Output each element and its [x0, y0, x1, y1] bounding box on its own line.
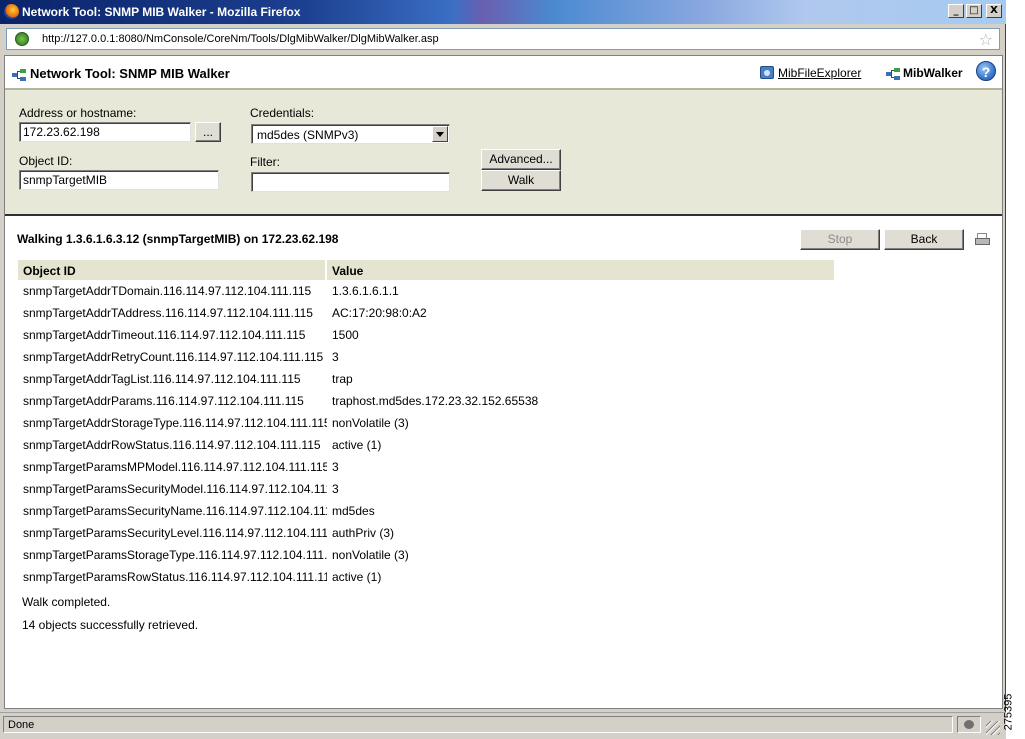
close-button[interactable]: X — [986, 4, 1002, 18]
table-row: snmpTargetAddrTimeout.116.114.97.112.104… — [18, 324, 834, 346]
object-id-cell: snmpTargetParamsSecurityModel.116.114.97… — [23, 482, 327, 496]
value-cell: 3 — [332, 460, 339, 474]
back-button[interactable]: Back — [884, 229, 964, 250]
value-cell: active (1) — [332, 570, 382, 584]
object-id-cell: snmpTargetParamsSecurityName.116.114.97.… — [23, 504, 327, 518]
mib-file-explorer-link[interactable]: MibFileExplorer — [778, 66, 861, 80]
table-row: snmpTargetParamsStorageType.116.114.97.1… — [18, 544, 834, 566]
walk-heading: Walking 1.3.6.1.6.3.12 (snmpTargetMIB) o… — [17, 232, 339, 246]
table-row: snmpTargetParamsSecurityModel.116.114.97… — [18, 478, 834, 500]
object-id-cell: snmpTargetAddrStorageType.116.114.97.112… — [23, 416, 327, 430]
walk-completed-text: Walk completed. — [22, 595, 111, 609]
table-body: snmpTargetAddrTDomain.116.114.97.112.104… — [18, 280, 834, 588]
printer-icon[interactable] — [975, 233, 991, 247]
app-header: Network Tool: SNMP MIB Walker MibFileExp… — [5, 56, 1002, 90]
value-cell: nonVolatile (3) — [332, 416, 409, 430]
table-row: snmpTargetParamsSecurityLevel.116.114.97… — [18, 522, 834, 544]
star-icon[interactable]: ☆ — [979, 30, 993, 49]
value-cell: 1.3.6.1.6.1.1 — [332, 284, 399, 298]
maximize-button[interactable]: □ — [966, 4, 982, 18]
current-tool-label: MibWalker — [903, 66, 963, 80]
table-header: Object ID Value — [18, 260, 834, 280]
object-id-cell: snmpTargetParamsStorageType.116.114.97.1… — [23, 548, 327, 562]
value-cell: 1500 — [332, 328, 359, 342]
browser-window: Network Tool: SNMP MIB Walker - Mozilla … — [0, 0, 1006, 739]
walk-form-panel: Address or hostname: ... Credentials: md… — [5, 90, 1002, 216]
value-cell: 3 — [332, 482, 339, 496]
window-title: Network Tool: SNMP MIB Walker - Mozilla … — [22, 5, 301, 19]
address-bar[interactable]: http://127.0.0.1:8080/NmConsole/CoreNm/T… — [6, 28, 1000, 50]
url-text[interactable]: http://127.0.0.1:8080/NmConsole/CoreNm/T… — [42, 33, 439, 45]
credentials-selected: md5des (SNMPv3) — [257, 128, 359, 142]
window-controls: _ □ X — [948, 4, 1002, 18]
credentials-select[interactable]: md5des (SNMPv3) — [251, 124, 450, 144]
table-row: snmpTargetParamsRowStatus.116.114.97.112… — [18, 566, 834, 588]
table-row: snmpTargetAddrRowStatus.116.114.97.112.1… — [18, 434, 834, 456]
page-content: Network Tool: SNMP MIB Walker MibFileExp… — [4, 55, 1003, 709]
address-input[interactable] — [19, 122, 191, 142]
object-id-cell: snmpTargetAddrTimeout.116.114.97.112.104… — [23, 328, 306, 342]
value-cell: AC:17:20:98:0:A2 — [332, 306, 427, 320]
object-id-cell: snmpTargetAddrTagList.116.114.97.112.104… — [23, 372, 301, 386]
firefox-icon — [4, 4, 19, 19]
table-row: snmpTargetAddrTagList.116.114.97.112.104… — [18, 368, 834, 390]
walk-button[interactable]: Walk — [481, 170, 561, 191]
table-row: snmpTargetAddrTDomain.116.114.97.112.104… — [18, 280, 834, 302]
help-icon[interactable]: ? — [976, 61, 996, 81]
object-id-cell: snmpTargetAddrRowStatus.116.114.97.112.1… — [23, 438, 321, 452]
results-table: Object ID Value snmpTargetAddrTDomain.11… — [18, 260, 834, 588]
status-text: Done — [3, 716, 953, 733]
network-tool-icon — [12, 69, 26, 81]
minimize-button[interactable]: _ — [948, 4, 964, 18]
object-id-cell: snmpTargetAddrRetryCount.116.114.97.112.… — [23, 350, 324, 364]
object-id-cell: snmpTargetParamsSecurityLevel.116.114.97… — [23, 526, 327, 540]
table-row: snmpTargetAddrRetryCount.116.114.97.112.… — [18, 346, 834, 368]
table-row: snmpTargetAddrParams.116.114.97.112.104.… — [18, 390, 834, 412]
table-row: snmpTargetParamsMPModel.116.114.97.112.1… — [18, 456, 834, 478]
table-row: snmpTargetAddrTAddress.116.114.97.112.10… — [18, 302, 834, 324]
browse-button[interactable]: ... — [195, 122, 221, 142]
object-id-cell: snmpTargetAddrParams.116.114.97.112.104.… — [23, 394, 304, 408]
value-cell: nonVolatile (3) — [332, 548, 409, 562]
object-id-cell: snmpTargetParamsRowStatus.116.114.97.112… — [23, 570, 327, 584]
object-id-cell: snmpTargetAddrTAddress.116.114.97.112.10… — [23, 306, 313, 320]
status-bar: Done — [0, 712, 1006, 739]
filter-input[interactable] — [251, 172, 450, 192]
resize-grip[interactable] — [986, 721, 1000, 735]
filter-label: Filter: — [250, 155, 280, 169]
page-title: Network Tool: SNMP MIB Walker — [30, 66, 230, 81]
mib-file-explorer-icon[interactable] — [760, 66, 774, 79]
value-cell: traphost.md5des.172.23.32.152.65538 — [332, 394, 539, 408]
value-cell: authPriv (3) — [332, 526, 395, 540]
value-cell: trap — [332, 372, 353, 386]
object-id-cell: snmpTargetParamsMPModel.116.114.97.112.1… — [23, 460, 327, 474]
stop-button[interactable]: Stop — [800, 229, 880, 250]
figure-number: 275395 — [1002, 693, 1015, 731]
objectid-input[interactable] — [19, 170, 219, 190]
object-id-cell: snmpTargetAddrTDomain.116.114.97.112.104… — [23, 284, 312, 298]
table-row: snmpTargetAddrStorageType.116.114.97.112… — [18, 412, 834, 434]
chevron-down-icon[interactable] — [432, 126, 448, 142]
value-cell: active (1) — [332, 438, 382, 452]
title-bar: Network Tool: SNMP MIB Walker - Mozilla … — [0, 0, 1006, 24]
bug-icon[interactable] — [957, 716, 981, 733]
table-row: snmpTargetParamsSecurityName.116.114.97.… — [18, 500, 834, 522]
credentials-label: Credentials: — [250, 106, 315, 120]
objectid-label: Object ID: — [19, 154, 73, 168]
value-cell: 3 — [332, 350, 339, 364]
globe-icon — [15, 32, 29, 46]
mib-walker-icon — [886, 68, 900, 80]
advanced-button[interactable]: Advanced... — [481, 149, 561, 170]
column-header-object-id: Object ID — [18, 260, 325, 280]
column-header-value: Value — [327, 260, 834, 280]
address-label: Address or hostname: — [19, 106, 137, 120]
retrieved-count-text: 14 objects successfully retrieved. — [22, 618, 199, 632]
value-cell: md5des — [332, 504, 375, 518]
